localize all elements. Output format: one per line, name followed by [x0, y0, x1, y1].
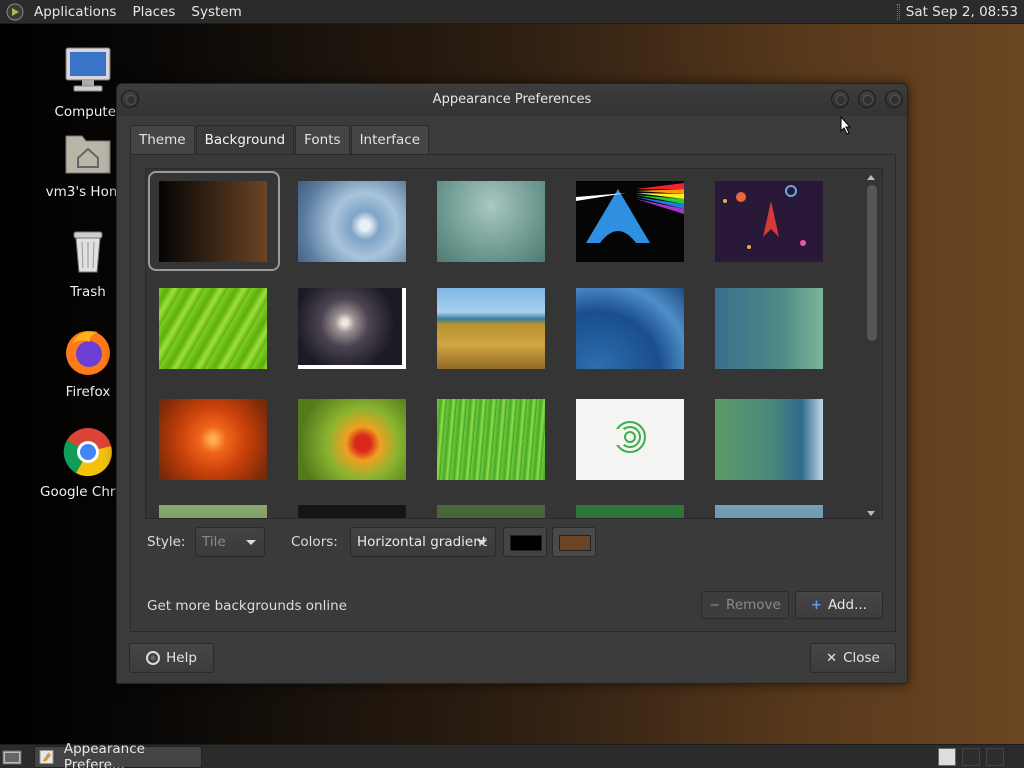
appearance-preferences-window: Appearance Preferences Theme Background … [116, 83, 908, 684]
add-label: Add... [827, 597, 867, 613]
taskbar-window-button[interactable]: Appearance Prefere... [34, 741, 202, 768]
menu-system[interactable]: System [183, 0, 249, 24]
tab-background[interactable]: Background [195, 125, 295, 155]
help-button[interactable]: Help [129, 643, 214, 673]
gallery-actions: Get more backgrounds online − Remove + A… [147, 591, 887, 621]
wallpaper-thumb[interactable] [298, 505, 406, 518]
scroll-down-arrow-icon[interactable] [867, 511, 875, 516]
wallpaper-thumb[interactable] [437, 181, 545, 262]
background-controls: Style: Tile Colors: Horizontal gradient [147, 527, 887, 557]
tab-interface[interactable]: Interface [350, 125, 430, 155]
remove-label: Remove [726, 597, 781, 613]
scrollbar-thumb[interactable] [867, 185, 877, 341]
colors-label: Colors: [291, 534, 338, 550]
tab-fonts[interactable]: Fonts [295, 125, 350, 155]
minimize-button[interactable] [831, 90, 849, 108]
trash-icon [73, 231, 103, 273]
style-dropdown[interactable]: Tile [195, 527, 265, 557]
clock[interactable]: Sat Sep 2, 08:53 [906, 4, 1024, 20]
bottom-taskbar: Appearance Prefere... [0, 741, 1024, 768]
gallery-scrollbar[interactable] [866, 175, 877, 516]
close-window-button[interactable] [885, 90, 903, 108]
secondary-color-button[interactable] [552, 527, 596, 557]
distro-logo-icon[interactable] [6, 3, 24, 21]
wallpaper-thumb[interactable] [715, 181, 823, 262]
swirl-logo-image [614, 421, 646, 453]
style-value: Tile [202, 534, 226, 550]
menu-places[interactable]: Places [124, 0, 183, 24]
background-tab-panel: Style: Tile Colors: Horizontal gradient … [130, 154, 896, 632]
top-panel: Applications Places System Sat Sep 2, 08… [0, 0, 1024, 24]
chevron-down-icon [477, 540, 487, 545]
firefox-icon [66, 331, 110, 375]
colors-value: Horizontal gradient [357, 534, 488, 550]
wallpaper-thumb[interactable] [437, 505, 545, 518]
wallpaper-thumb[interactable] [159, 181, 267, 262]
tab-bar: Theme Background Fonts Interface [130, 125, 430, 155]
taskbar-window-label: Appearance Prefere... [63, 741, 145, 768]
show-desktop-icon[interactable] [2, 748, 22, 766]
wallpaper-thumb[interactable] [715, 505, 823, 518]
colors-dropdown[interactable]: Horizontal gradient [350, 527, 496, 557]
window-titlebar[interactable]: Appearance Preferences [117, 84, 907, 116]
plus-icon: + [811, 597, 822, 613]
wallpaper-thumb[interactable] [298, 288, 406, 369]
chevron-down-icon [246, 540, 256, 545]
wallpaper-thumb[interactable] [159, 288, 267, 369]
wallpaper-gallery[interactable] [145, 168, 883, 519]
style-label: Style: [147, 534, 186, 550]
tab-theme[interactable]: Theme [130, 125, 195, 155]
home-folder-icon [65, 135, 111, 174]
scroll-up-arrow-icon[interactable] [867, 175, 875, 180]
close-icon: ✕ [826, 650, 838, 666]
get-more-backgrounds-link[interactable]: Get more backgrounds online [147, 598, 347, 614]
space-art-image [723, 185, 806, 249]
appearance-app-icon [39, 749, 54, 765]
workspace-2[interactable] [962, 748, 980, 766]
help-label: Help [166, 650, 197, 666]
wallpaper-thumb[interactable] [576, 399, 684, 480]
window-title: Appearance Preferences [432, 92, 592, 107]
wallpaper-thumb[interactable] [298, 181, 406, 262]
wallpaper-thumb[interactable] [715, 399, 823, 480]
workspace-3[interactable] [986, 748, 1004, 766]
primary-color-swatch [510, 535, 542, 551]
remove-button[interactable]: − Remove [701, 591, 789, 619]
menu-applications[interactable]: Applications [26, 0, 124, 24]
maximize-button[interactable] [858, 90, 876, 108]
workspace-1[interactable] [938, 748, 956, 766]
close-label: Close [843, 650, 880, 666]
secondary-color-swatch [559, 535, 591, 551]
add-button[interactable]: + Add... [795, 591, 883, 619]
primary-color-button[interactable] [503, 527, 547, 557]
chrome-icon [63, 428, 112, 477]
panel-handle [896, 4, 900, 20]
minus-icon: − [709, 597, 721, 613]
help-icon [146, 651, 161, 665]
wallpaper-thumb[interactable] [715, 288, 823, 369]
wallpaper-thumb[interactable] [159, 505, 267, 518]
computer-icon [65, 47, 111, 92]
arch-prism-image [576, 183, 684, 243]
wallpaper-thumb[interactable] [576, 505, 684, 518]
wallpaper-thumb[interactable] [298, 399, 406, 480]
mouse-cursor-icon [840, 116, 852, 135]
wallpaper-thumb[interactable] [576, 181, 684, 262]
wallpaper-thumb[interactable] [437, 399, 545, 480]
wallpaper-thumb[interactable] [576, 288, 684, 369]
wallpaper-thumb[interactable] [159, 399, 267, 480]
close-button[interactable]: ✕ Close [810, 643, 896, 673]
wallpaper-thumb[interactable] [437, 288, 545, 369]
